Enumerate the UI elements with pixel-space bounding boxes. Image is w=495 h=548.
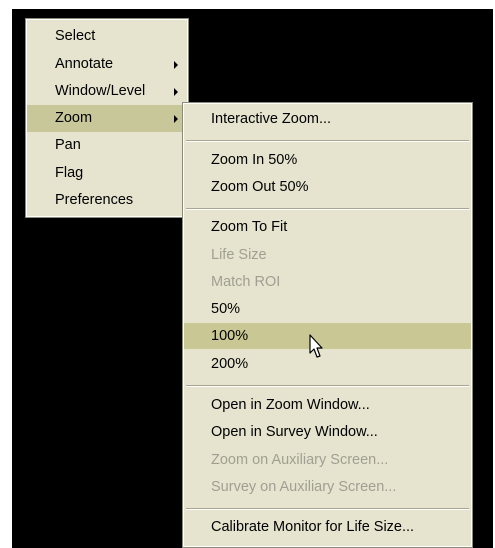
menu-item-label: Zoom on Auxiliary Screen... xyxy=(211,452,389,468)
menu-item-label: Open in Zoom Window... xyxy=(211,397,370,413)
menu-item-label: 50% xyxy=(211,301,241,317)
menu-item-label: Zoom In 50% xyxy=(211,152,298,168)
menu-separator xyxy=(186,140,469,142)
menu-item-zoom-to-fit[interactable]: Zoom To Fit xyxy=(184,214,471,240)
menu-item-label: Calibrate Monitor for Life Size... xyxy=(211,519,415,535)
menu-item-zoom[interactable]: Zoom xyxy=(27,105,187,132)
menu-separator xyxy=(186,208,469,210)
menu-item-50-percent[interactable]: 50% xyxy=(184,296,471,322)
menu-item-label: Zoom xyxy=(55,110,93,126)
arrow-pointer-icon xyxy=(309,334,323,358)
menu-item-label: Match ROI xyxy=(211,274,281,290)
menu-item-zoom-auxiliary-screen: Zoom on Auxiliary Screen... xyxy=(184,447,471,473)
menu-item-label: Pan xyxy=(55,137,81,153)
menu-item-100-percent[interactable]: 100% xyxy=(184,323,471,349)
menu-item-life-size: Life Size xyxy=(184,242,471,268)
submenu-arrow-icon xyxy=(174,114,178,123)
menu-item-match-roi: Match ROI xyxy=(184,269,471,295)
menu-item-calibrate-monitor[interactable]: Calibrate Monitor for Life Size... xyxy=(184,514,471,540)
menu-item-label: Preferences xyxy=(55,192,134,208)
menu-separator xyxy=(186,385,469,387)
context-menu: Select Annotate Window/Level Zoom Pan Fl… xyxy=(25,18,189,218)
menu-item-200-percent[interactable]: 200% xyxy=(184,351,471,377)
menu-item-open-survey-window[interactable]: Open in Survey Window... xyxy=(184,419,471,445)
menu-item-select[interactable]: Select xyxy=(27,23,187,50)
submenu-arrow-icon xyxy=(174,87,178,96)
menu-item-label: Flag xyxy=(55,165,84,181)
menu-item-label: 100% xyxy=(211,328,249,344)
menu-item-label: Window/Level xyxy=(55,83,146,99)
menu-item-label: Life Size xyxy=(211,247,267,263)
menu-item-window-level[interactable]: Window/Level xyxy=(27,78,187,105)
menu-item-label: Zoom Out 50% xyxy=(211,179,309,195)
menu-item-label: Select xyxy=(55,28,96,44)
menu-item-label: Survey on Auxiliary Screen... xyxy=(211,479,397,495)
menu-item-open-zoom-window[interactable]: Open in Zoom Window... xyxy=(184,392,471,418)
menu-separator xyxy=(186,508,469,510)
menu-item-zoom-in-50[interactable]: Zoom In 50% xyxy=(184,147,471,173)
menu-item-label: Zoom To Fit xyxy=(211,219,288,235)
menu-item-annotate[interactable]: Annotate xyxy=(27,51,187,78)
menu-item-survey-auxiliary-screen: Survey on Auxiliary Screen... xyxy=(184,474,471,500)
menu-item-zoom-out-50[interactable]: Zoom Out 50% xyxy=(184,174,471,200)
menu-item-label: Open in Survey Window... xyxy=(211,424,378,440)
menu-item-label: Annotate xyxy=(55,56,114,72)
menu-item-pan[interactable]: Pan xyxy=(27,132,187,159)
menu-item-preferences[interactable]: Preferences xyxy=(27,187,187,214)
menu-item-label: Interactive Zoom... xyxy=(211,111,332,127)
menu-item-label: 200% xyxy=(211,356,249,372)
menu-item-interactive-zoom[interactable]: Interactive Zoom... xyxy=(184,106,471,132)
menu-item-flag[interactable]: Flag xyxy=(27,160,187,187)
submenu-arrow-icon xyxy=(174,60,178,69)
zoom-submenu: Interactive Zoom... Zoom In 50% Zoom Out… xyxy=(182,102,473,548)
